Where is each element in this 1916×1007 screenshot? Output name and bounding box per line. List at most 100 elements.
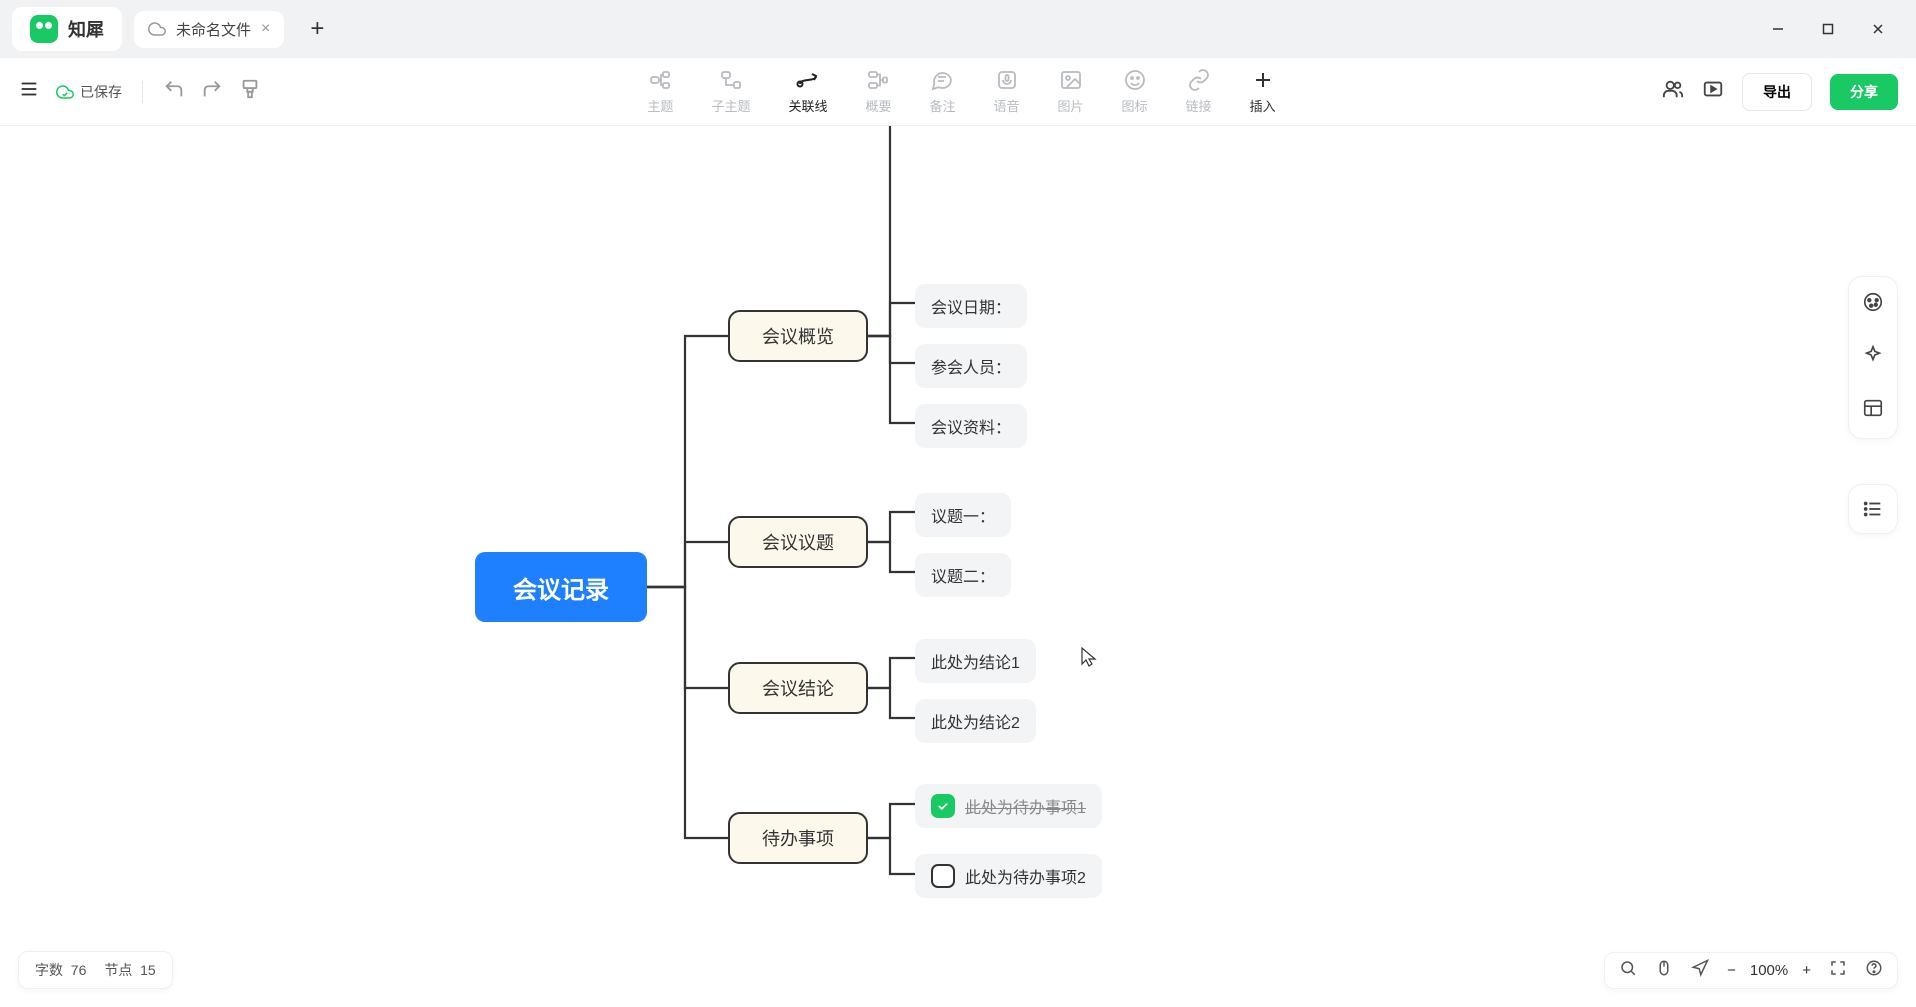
canvas[interactable]: 会议记录 会议概览 会议议题 会议结论 待办事项 会议日期： 参会人员： 会议资… [0, 126, 1916, 1007]
node-branch-label: 会议结论 [762, 675, 834, 701]
node-branch-conclusion[interactable]: 会议结论 [728, 662, 868, 714]
node-count: 节点 15 [104, 960, 155, 980]
redo-icon[interactable] [201, 78, 223, 105]
menu-icon[interactable] [18, 78, 40, 105]
tool-audio-label: 语音 [994, 96, 1020, 115]
node-leaf-todo2[interactable]: 此处为待办事项2 [915, 854, 1102, 898]
tool-image[interactable]: 图片 [1058, 68, 1084, 115]
tool-image-label: 图片 [1058, 96, 1084, 115]
layout-icon[interactable] [1862, 397, 1884, 424]
node-branch-agenda[interactable]: 会议议题 [728, 516, 868, 568]
undo-icon[interactable] [163, 78, 185, 105]
tool-icon-label: 图标 [1122, 96, 1148, 115]
node-leaf-topic2[interactable]: 议题二： [915, 553, 1011, 597]
app-brand[interactable]: 知犀 [12, 7, 122, 51]
theme-icon[interactable] [1862, 291, 1884, 318]
outline-button[interactable] [1848, 484, 1898, 534]
file-tab[interactable]: 未命名文件 × [134, 11, 284, 48]
tool-relation[interactable]: 关联线 [788, 68, 827, 115]
node-leaf-label: 此处为待办事项2 [965, 864, 1086, 888]
node-leaf-label: 此处为结论1 [931, 649, 1020, 673]
maximize-icon[interactable] [1818, 19, 1838, 39]
share-button[interactable]: 分享 [1830, 74, 1898, 110]
node-leaf-label: 此处为待办事项1 [965, 794, 1086, 818]
tool-insert-label: 插入 [1250, 96, 1276, 115]
tool-summary-label: 概要 [865, 96, 891, 115]
node-leaf-attendees[interactable]: 参会人员： [915, 344, 1027, 388]
zoom-in-button[interactable]: + [1802, 962, 1811, 979]
minimize-icon[interactable] [1768, 19, 1788, 39]
node-root-label: 会议记录 [513, 570, 609, 605]
export-button[interactable]: 导出 [1742, 73, 1812, 111]
tool-subtopic-label: 子主题 [711, 96, 750, 115]
search-icon[interactable] [1619, 959, 1637, 982]
node-branch-label: 会议议题 [762, 529, 834, 555]
help-icon[interactable] [1865, 959, 1883, 982]
checkbox-todo-icon[interactable] [931, 864, 955, 888]
divider [142, 81, 143, 103]
node-leaf-todo1[interactable]: 此处为待办事项1 [915, 784, 1102, 828]
tool-audio[interactable]: 语音 [994, 68, 1020, 115]
close-tab-icon[interactable]: × [261, 20, 270, 38]
tool-topic[interactable]: 主题 [647, 68, 673, 115]
node-leaf-materials[interactable]: 会议资料： [915, 404, 1027, 448]
node-branch-todo[interactable]: 待办事项 [728, 812, 868, 864]
topic-icon [648, 68, 672, 92]
node-root[interactable]: 会议记录 [475, 552, 647, 622]
audio-icon [995, 68, 1019, 92]
app-logo-icon [30, 15, 58, 43]
collaborators-icon[interactable] [1662, 78, 1684, 105]
node-leaf-label: 会议资料： [931, 414, 1011, 438]
tool-insert[interactable]: 插入 [1250, 68, 1276, 115]
zoom-controls: − 100% + [1727, 962, 1811, 979]
tool-topic-label: 主题 [647, 96, 673, 115]
toolbar: 已保存 主题 子主题 关联线 概要 备注 语音 [0, 58, 1916, 126]
mouse-icon[interactable] [1655, 959, 1673, 982]
close-window-icon[interactable] [1868, 19, 1888, 39]
titlebar: 知犀 未命名文件 × + [0, 0, 1916, 58]
summary-icon [866, 68, 890, 92]
note-icon [930, 68, 954, 92]
save-status[interactable]: 已保存 [56, 82, 122, 102]
sparkle-icon[interactable] [1862, 344, 1884, 371]
node-branch-label: 待办事项 [762, 825, 834, 851]
save-status-text: 已保存 [80, 82, 122, 102]
subtopic-icon [719, 68, 743, 92]
side-rail [1848, 276, 1898, 439]
node-branch-overview[interactable]: 会议概览 [728, 310, 868, 362]
add-tab-button[interactable]: + [302, 15, 332, 43]
node-branch-label: 会议概览 [762, 323, 834, 349]
presentation-icon[interactable] [1702, 78, 1724, 105]
node-leaf-label: 议题一： [931, 503, 995, 527]
plus-icon [1251, 68, 1275, 92]
tool-icon[interactable]: 图标 [1122, 68, 1148, 115]
node-leaf-label: 参会人员： [931, 354, 1011, 378]
zoom-out-button[interactable]: − [1727, 962, 1736, 979]
mindmap: 会议记录 会议概览 会议议题 会议结论 待办事项 会议日期： 参会人员： 会议资… [0, 126, 1916, 1007]
cloud-sync-icon [56, 83, 74, 101]
tool-note-label: 备注 [929, 96, 955, 115]
share-button-label: 分享 [1850, 84, 1878, 100]
tool-note[interactable]: 备注 [929, 68, 955, 115]
node-leaf-conclusion1[interactable]: 此处为结论1 [915, 639, 1036, 683]
node-leaf-label: 此处为结论2 [931, 709, 1020, 733]
tool-link[interactable]: 链接 [1186, 68, 1212, 115]
node-leaf-topic1[interactable]: 议题一： [915, 493, 1011, 537]
node-leaf-conclusion2[interactable]: 此处为结论2 [915, 699, 1036, 743]
link-icon [1187, 68, 1211, 92]
checkbox-done-icon[interactable] [931, 794, 955, 818]
tool-subtopic[interactable]: 子主题 [711, 68, 750, 115]
tool-summary[interactable]: 概要 [865, 68, 891, 115]
locate-icon[interactable] [1691, 959, 1709, 982]
zoom-level[interactable]: 100% [1750, 962, 1788, 979]
image-icon [1059, 68, 1083, 92]
format-painter-icon[interactable] [239, 78, 261, 105]
word-count: 字数 76 [35, 960, 86, 980]
tool-link-label: 链接 [1186, 96, 1212, 115]
node-leaf-date[interactable]: 会议日期： [915, 284, 1027, 328]
window-controls [1768, 19, 1904, 39]
fullscreen-icon[interactable] [1829, 959, 1847, 982]
tool-relation-label: 关联线 [788, 96, 827, 115]
cloud-icon [148, 20, 166, 38]
emoji-icon [1123, 68, 1147, 92]
